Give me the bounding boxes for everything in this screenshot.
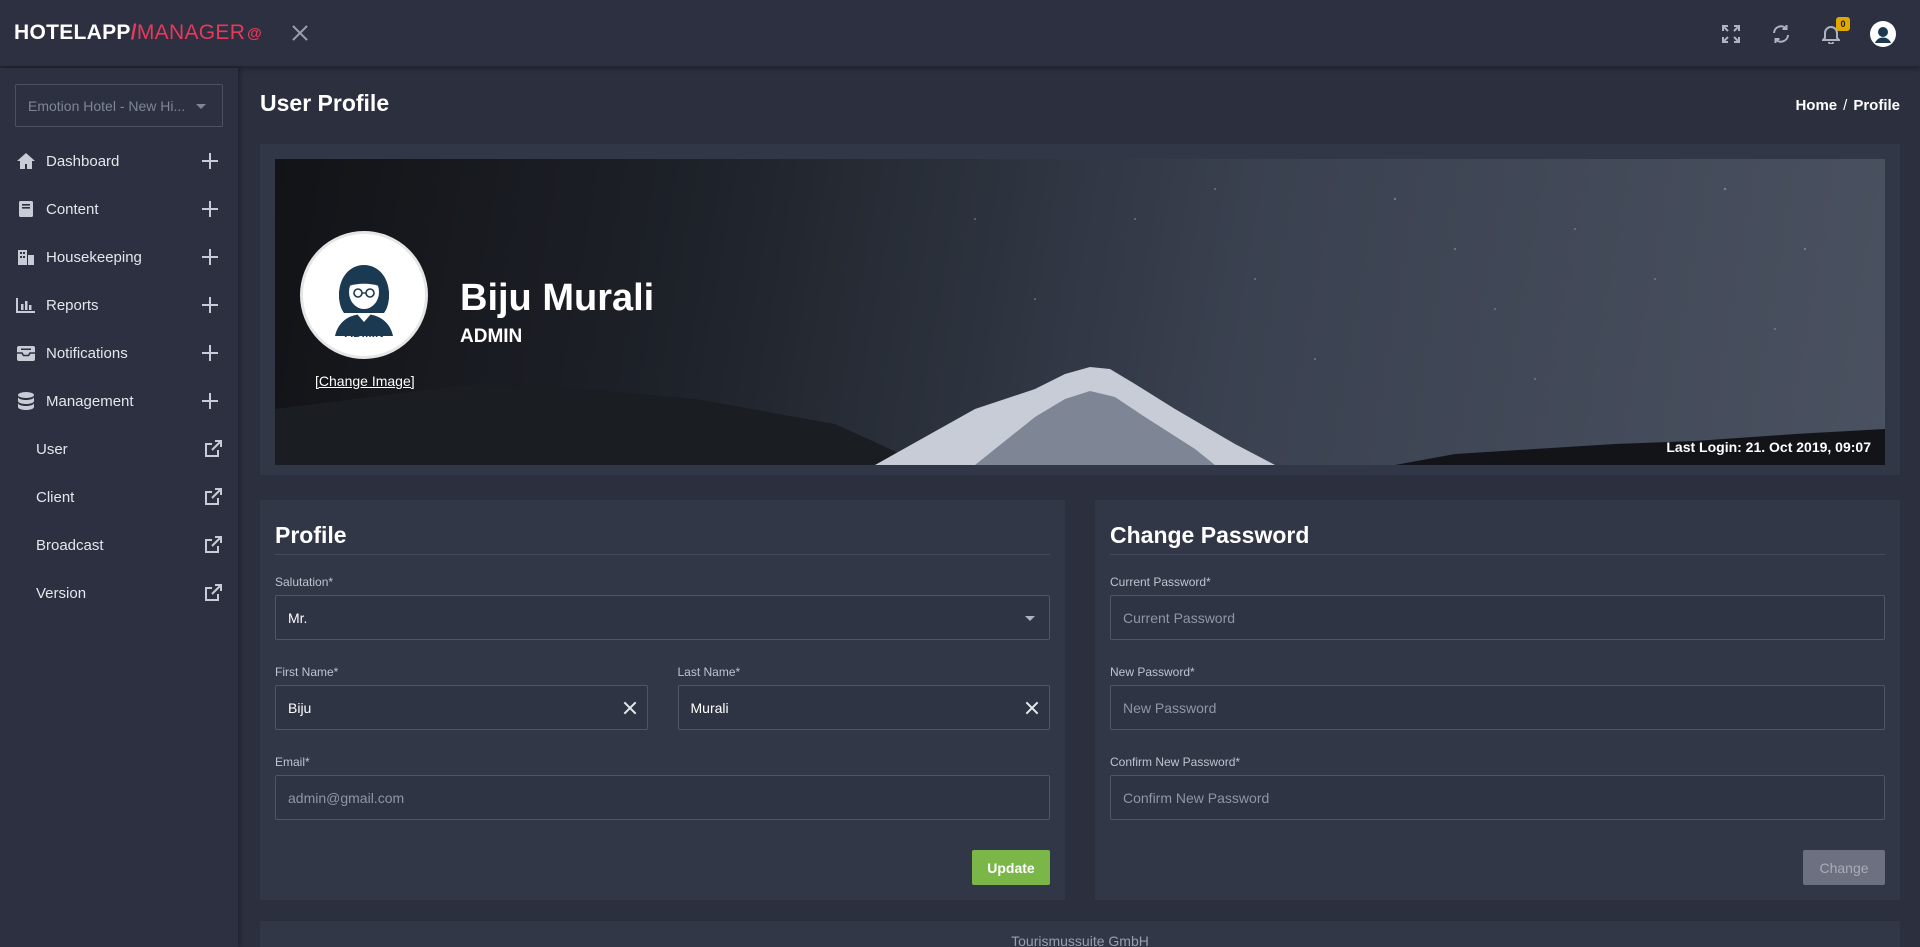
sidebar-subitem-label: User xyxy=(36,440,68,458)
chevron-down-icon xyxy=(1025,616,1035,621)
notification-badge: 0 xyxy=(1836,16,1850,31)
new-password-label: New Password* xyxy=(1110,665,1195,679)
profile-heading: Profile xyxy=(275,515,1050,555)
breadcrumb: Home / Profile xyxy=(1795,97,1900,114)
breadcrumb-home[interactable]: Home xyxy=(1795,97,1837,114)
sidebar-item-label: Reports xyxy=(46,296,99,314)
sidebar-item-management[interactable]: Management xyxy=(0,377,238,425)
expand-plus-icon[interactable] xyxy=(202,345,218,361)
new-password-placeholder: New Password xyxy=(1123,699,1217,716)
chevron-down-icon xyxy=(196,104,206,109)
home-icon xyxy=(16,151,36,171)
footer-text: Tourismussuite GmbH xyxy=(1011,933,1149,947)
logo-mark: @ xyxy=(247,24,263,42)
expand-plus-icon[interactable] xyxy=(202,249,218,265)
top-icons: 0 xyxy=(1720,0,1896,67)
page-title: User Profile xyxy=(260,90,390,116)
last-name-field[interactable]: Murali xyxy=(677,685,1050,730)
sidebar-subitem-broadcast[interactable]: Broadcast xyxy=(0,521,238,569)
salutation-label: Salutation* xyxy=(275,575,334,589)
change-password-button[interactable]: Change xyxy=(1803,850,1885,885)
sidebar-item-label: Content xyxy=(46,200,99,218)
close-sidebar-icon[interactable] xyxy=(288,21,312,45)
salutation-value: Mr. xyxy=(288,609,308,626)
sidebar-subitem-version[interactable]: Version xyxy=(0,569,238,617)
expand-plus-icon[interactable] xyxy=(202,153,218,169)
external-link-icon[interactable] xyxy=(203,439,223,459)
app-logo[interactable]: HOTELAPP / MANAGER @ xyxy=(14,21,262,45)
change-password-panel: Change Password Current Password* Curren… xyxy=(1095,500,1900,900)
current-password-label: Current Password* xyxy=(1110,575,1211,589)
sidebar: Emotion Hotel - New Hi... Dashboard Cont… xyxy=(0,68,238,947)
salutation-select[interactable]: Mr. xyxy=(275,595,1050,640)
user-role: ADMIN xyxy=(460,326,523,347)
sidebar-subitem-client[interactable]: Client xyxy=(0,473,238,521)
sidebar-subitem-label: Client xyxy=(36,488,75,506)
email-value: admin@gmail.com xyxy=(288,789,405,806)
last-name-value: Murali xyxy=(690,699,729,716)
expand-plus-icon[interactable] xyxy=(202,201,218,217)
update-button[interactable]: Update xyxy=(972,850,1050,885)
sidebar-subitem-user[interactable]: User xyxy=(0,425,238,473)
first-name-field[interactable]: Biju xyxy=(275,685,648,730)
logo-part-2: MANAGER xyxy=(136,21,246,44)
sidebar-item-dashboard[interactable]: Dashboard xyxy=(0,137,238,185)
external-link-icon[interactable] xyxy=(203,535,223,555)
first-name-label: First Name* xyxy=(275,665,339,679)
clear-icon[interactable] xyxy=(623,701,637,715)
footer: Tourismussuite GmbH xyxy=(260,921,1900,947)
book-icon xyxy=(16,199,36,219)
new-password-field[interactable]: New Password xyxy=(1110,685,1885,730)
database-icon xyxy=(16,391,36,411)
sidebar-subitem-label: Broadcast xyxy=(36,536,104,554)
email-label: Email* xyxy=(275,755,310,769)
sidebar-item-label: Dashboard xyxy=(46,152,120,170)
confirm-password-field[interactable]: Confirm New Password xyxy=(1110,775,1885,820)
external-link-icon[interactable] xyxy=(203,583,223,603)
expand-plus-icon[interactable] xyxy=(202,297,218,313)
sidebar-item-label: Housekeeping xyxy=(46,248,142,266)
top-bar: HOTELAPP / MANAGER @ 0 xyxy=(0,0,1920,67)
change-password-heading: Change Password xyxy=(1110,515,1885,555)
sidebar-item-label: Management xyxy=(46,392,134,410)
sidebar-item-reports[interactable]: Reports xyxy=(0,281,238,329)
current-password-field[interactable]: Current Password xyxy=(1110,595,1885,640)
collapse-minus-icon[interactable] xyxy=(202,393,218,409)
email-field[interactable]: admin@gmail.com xyxy=(275,775,1050,820)
fullscreen-icon[interactable] xyxy=(1720,23,1742,45)
profile-header-card: ADMIN [Change Image] Biju Murali ADMIN L… xyxy=(260,144,1900,475)
sidebar-item-housekeeping[interactable]: Housekeeping xyxy=(0,233,238,281)
building-icon xyxy=(16,247,36,267)
hotel-select-value: Emotion Hotel - New Hi... xyxy=(28,97,186,114)
user-avatar-icon[interactable] xyxy=(1870,20,1896,47)
last-login: Last Login: 21. Oct 2019, 09:07 xyxy=(1666,439,1871,455)
profile-panel: Profile Salutation* Mr. First Name* Biju… xyxy=(260,500,1065,900)
sidebar-item-label: Notifications xyxy=(46,344,128,362)
change-image-link[interactable]: [Change Image] xyxy=(315,373,415,389)
confirm-password-placeholder: Confirm New Password xyxy=(1123,789,1270,806)
hotel-select[interactable]: Emotion Hotel - New Hi... xyxy=(15,84,223,127)
breadcrumb-separator: / xyxy=(1843,97,1848,114)
bar-chart-icon xyxy=(16,295,36,315)
avatar-admin-label: ADMIN xyxy=(344,326,384,340)
refresh-icon[interactable] xyxy=(1770,23,1792,45)
inbox-icon xyxy=(16,343,36,363)
bell-icon[interactable]: 0 xyxy=(1820,16,1850,45)
user-full-name: Biju Murali xyxy=(460,277,655,319)
profile-cover: ADMIN [Change Image] Biju Murali ADMIN L… xyxy=(275,159,1885,465)
first-name-value: Biju xyxy=(288,699,312,716)
sidebar-item-notifications[interactable]: Notifications xyxy=(0,329,238,377)
profile-avatar: ADMIN xyxy=(300,231,428,359)
sidebar-subitem-label: Version xyxy=(36,584,87,602)
current-password-placeholder: Current Password xyxy=(1123,609,1236,626)
breadcrumb-current: Profile xyxy=(1853,97,1900,114)
sidebar-item-content[interactable]: Content xyxy=(0,185,238,233)
clear-icon[interactable] xyxy=(1025,701,1039,715)
external-link-icon[interactable] xyxy=(203,487,223,507)
logo-part-1: HOTELAPP xyxy=(14,21,131,44)
last-name-label: Last Name* xyxy=(677,665,741,679)
sidebar-nav: Dashboard Content Housekeeping Reports N… xyxy=(0,137,238,617)
confirm-password-label: Confirm New Password* xyxy=(1110,755,1241,769)
